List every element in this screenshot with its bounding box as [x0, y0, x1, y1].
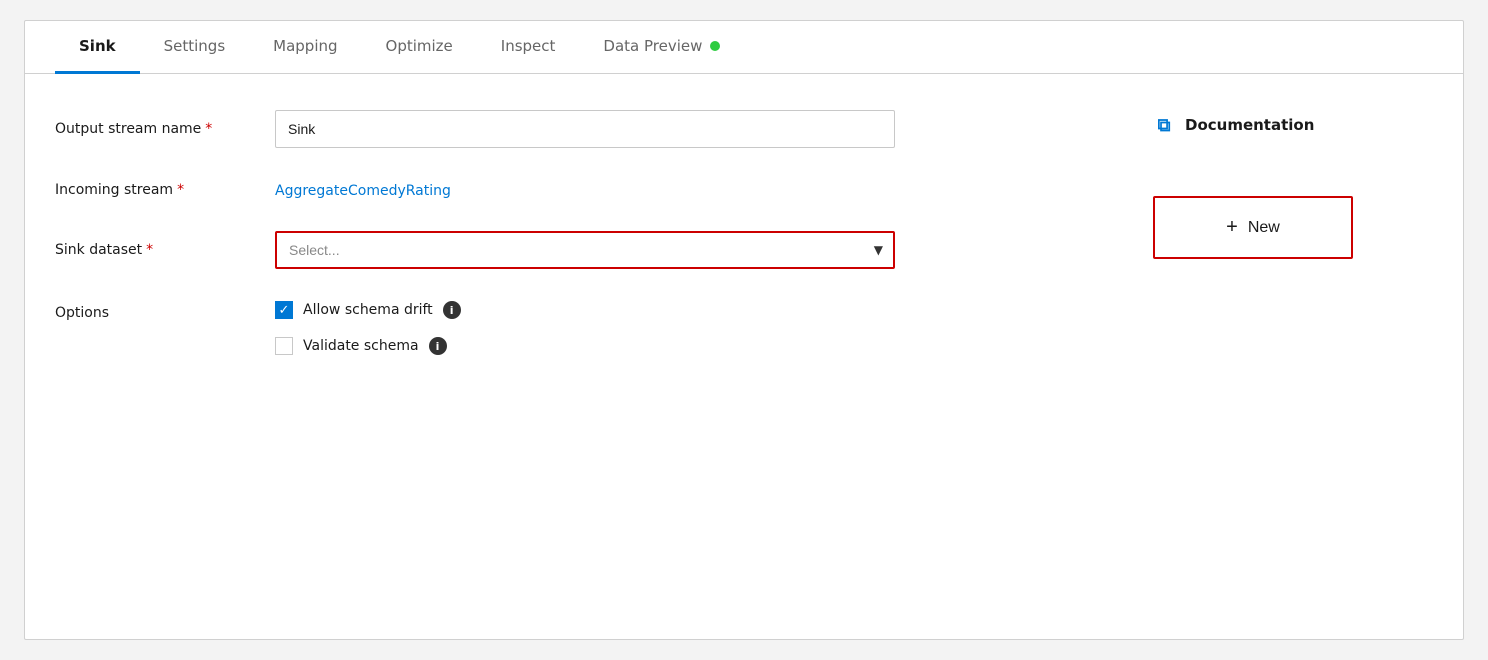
- tab-optimize[interactable]: Optimize: [362, 21, 477, 74]
- sink-dataset-dropdown[interactable]: Select...: [275, 231, 895, 269]
- output-stream-row: Output stream name *: [55, 110, 1113, 148]
- form-section: Output stream name * Incoming stream * A…: [55, 110, 1113, 387]
- allow-schema-drift-info-icon[interactable]: i: [443, 301, 461, 319]
- side-panel: ⧉ Documentation + New: [1153, 110, 1433, 387]
- incoming-stream-value-wrapper: AggregateComedyRating: [275, 180, 1113, 199]
- validate-schema-info-icon[interactable]: i: [429, 337, 447, 355]
- data-preview-status-dot: [710, 41, 720, 51]
- main-panel: Sink Settings Mapping Optimize Inspect D…: [24, 20, 1464, 640]
- sink-dataset-dropdown-wrapper: Select... ▼: [275, 231, 895, 269]
- validate-schema-row: Validate schema i: [275, 337, 461, 355]
- options-controls: ✓ Allow schema drift i Validate schema i: [275, 301, 461, 355]
- output-stream-input-wrapper: [275, 110, 1113, 148]
- plus-icon: +: [1226, 216, 1238, 239]
- allow-schema-drift-checkbox[interactable]: ✓: [275, 301, 293, 319]
- sink-dataset-label: Sink dataset *: [55, 242, 275, 258]
- tab-bar: Sink Settings Mapping Optimize Inspect D…: [25, 21, 1463, 74]
- allow-schema-drift-label[interactable]: Allow schema drift: [303, 302, 433, 318]
- output-stream-label: Output stream name *: [55, 121, 275, 137]
- sink-dataset-required: *: [146, 242, 153, 258]
- tab-inspect[interactable]: Inspect: [477, 21, 580, 74]
- new-button[interactable]: + New: [1153, 196, 1353, 259]
- allow-schema-drift-row: ✓ Allow schema drift i: [275, 301, 461, 319]
- external-link-icon: ⧉: [1153, 114, 1175, 136]
- tab-mapping[interactable]: Mapping: [249, 21, 361, 74]
- options-label: Options: [55, 301, 275, 321]
- sink-dataset-select-wrapper: Select... ▼: [275, 231, 1113, 269]
- tab-sink[interactable]: Sink: [55, 21, 140, 74]
- validate-schema-label[interactable]: Validate schema: [303, 338, 419, 354]
- content-area: Output stream name * Incoming stream * A…: [25, 74, 1463, 423]
- checkmark-icon: ✓: [279, 304, 290, 317]
- incoming-stream-required: *: [177, 182, 184, 198]
- validate-schema-checkbox[interactable]: [275, 337, 293, 355]
- tab-data-preview[interactable]: Data Preview: [579, 21, 744, 74]
- documentation-link[interactable]: ⧉ Documentation: [1153, 114, 1433, 136]
- options-row: Options ✓ Allow schema drift i Val: [55, 301, 1113, 355]
- sink-dataset-row: Sink dataset * Select... ▼: [55, 231, 1113, 269]
- tab-settings[interactable]: Settings: [140, 21, 250, 74]
- output-stream-input[interactable]: [275, 110, 895, 148]
- incoming-stream-label: Incoming stream *: [55, 182, 275, 198]
- incoming-stream-row: Incoming stream * AggregateComedyRating: [55, 180, 1113, 199]
- incoming-stream-link[interactable]: AggregateComedyRating: [275, 183, 451, 199]
- output-stream-required: *: [205, 121, 212, 137]
